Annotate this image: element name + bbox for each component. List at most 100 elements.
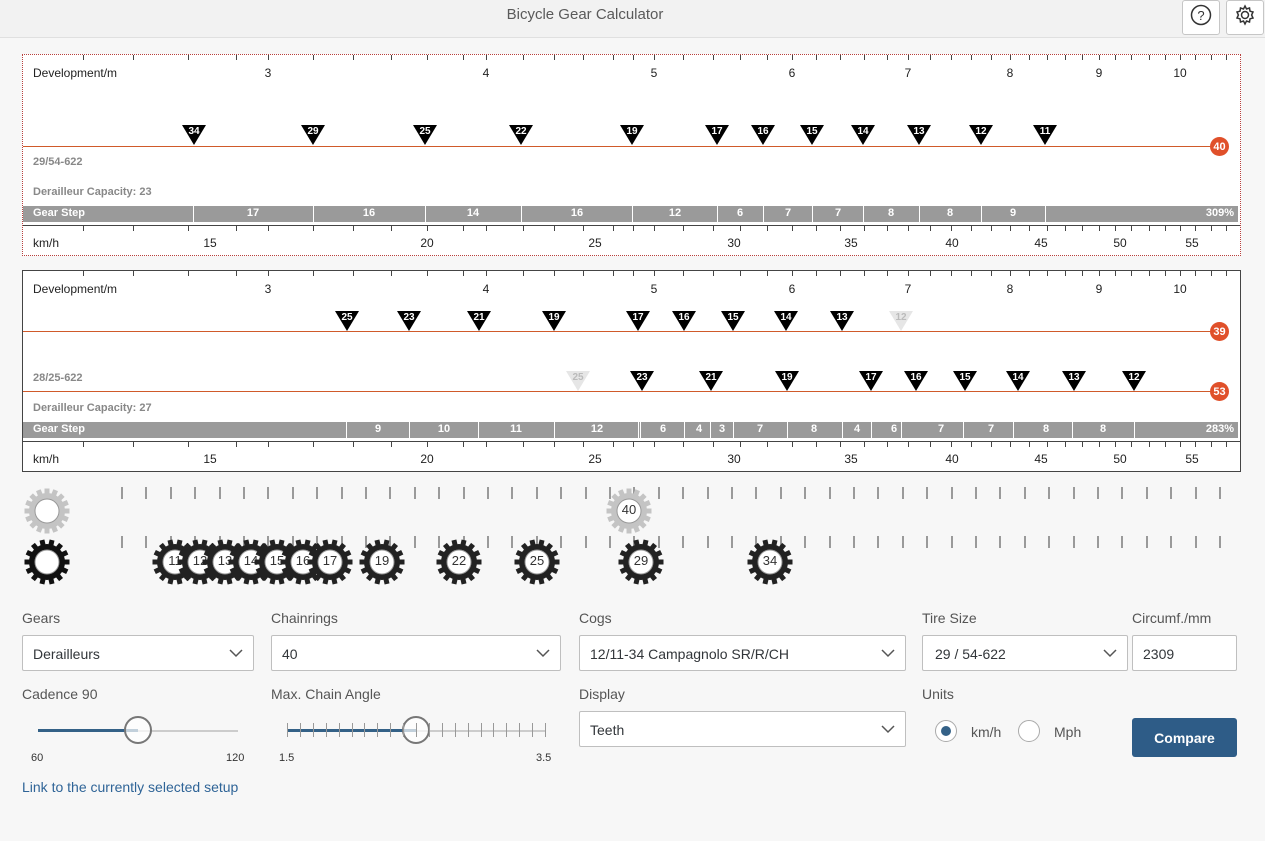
speed-tick — [486, 442, 487, 447]
gear-step-value: 8 — [887, 207, 895, 219]
cog-marker[interactable]: 15 — [952, 370, 978, 392]
setup-link[interactable]: Link to the currently selected setup — [22, 779, 238, 795]
tire-size-select[interactable]: 29 / 54-622 — [922, 635, 1128, 671]
cog-marker[interactable]: 17 — [704, 124, 730, 146]
unit-kmh-radio[interactable] — [935, 720, 957, 742]
cadence-max: 120 — [226, 752, 245, 764]
chain-position-mark — [1219, 487, 1221, 499]
cadence-slider-handle[interactable] — [124, 716, 152, 744]
chainring-line — [23, 146, 1218, 147]
cog-marker[interactable]: 12 — [1121, 370, 1147, 392]
cog-marker[interactable]: 13 — [906, 124, 932, 146]
chain-position-mark — [975, 487, 977, 499]
cog-marker[interactable]: 15 — [720, 310, 746, 332]
speed-tick-label: 30 — [727, 452, 741, 466]
development-tick — [1065, 55, 1066, 60]
cog-marker[interactable]: 29 — [300, 124, 326, 146]
circumference-input[interactable]: 2309 — [1132, 635, 1237, 671]
cog-marker[interactable]: 23 — [396, 310, 422, 332]
speed-tick — [864, 442, 865, 447]
chain-position-mark — [731, 536, 733, 548]
unit-mph-radio[interactable] — [1018, 720, 1040, 742]
settings-button[interactable] — [1226, 0, 1264, 35]
gear-step-divider — [1045, 206, 1046, 222]
development-tick — [1131, 271, 1132, 276]
cog-marker[interactable]: 19 — [774, 370, 800, 392]
slider-tick — [429, 723, 430, 737]
speed-tick — [1180, 226, 1181, 231]
gear-step-divider — [632, 206, 633, 222]
development-tick-label: 10 — [1173, 282, 1187, 296]
speed-tick — [1029, 442, 1030, 447]
chain-position-mark — [877, 487, 879, 499]
gear-step-value: 4 — [853, 423, 861, 435]
cog-marker[interactable]: 22 — [508, 124, 534, 146]
cog-marker[interactable]: 17 — [858, 370, 884, 392]
speed-tick — [887, 226, 888, 231]
cog-marker[interactable]: 16 — [903, 370, 929, 392]
gear-step-divider — [842, 422, 843, 438]
cog-marker-label: 22 — [515, 126, 527, 137]
cog-marker[interactable]: 16 — [671, 310, 697, 332]
speed-tick-label: 50 — [1113, 236, 1127, 250]
development-tick — [951, 271, 952, 276]
derailleur-capacity: Derailleur Capacity: 27 — [33, 402, 152, 414]
gear-step-value: 17 — [246, 207, 260, 219]
gear-icon — [1234, 4, 1256, 31]
cog-marker[interactable]: 25 — [334, 310, 360, 332]
development-tick — [583, 271, 584, 276]
cog-marker[interactable]: 13 — [829, 310, 855, 332]
development-tick — [887, 55, 888, 60]
help-button[interactable]: ? — [1182, 0, 1220, 35]
chain-position-mark — [389, 487, 391, 499]
development-tick — [613, 271, 614, 276]
cadence-slider[interactable]: 60 120 — [30, 715, 250, 770]
cog-marker-label: 17 — [711, 126, 723, 137]
chain-position-mark — [902, 536, 904, 548]
gear-step-divider — [717, 206, 718, 222]
cog-marker[interactable]: 19 — [619, 124, 645, 146]
development-tick-label: 9 — [1095, 282, 1103, 296]
development-axis-label: Development/m — [33, 66, 118, 80]
chain-position-mark — [170, 487, 172, 499]
development-tick — [613, 55, 614, 60]
cog-marker[interactable]: 34 — [181, 124, 207, 146]
chainrings-select[interactable]: 40 — [271, 635, 561, 671]
cog-marker[interactable]: 23 — [629, 370, 655, 392]
development-tick — [713, 55, 714, 60]
cog-marker[interactable]: 16 — [750, 124, 776, 146]
chain-position-mark — [853, 536, 855, 548]
gears-select[interactable]: Derailleurs — [22, 635, 254, 671]
cog-marker[interactable]: 12 — [888, 310, 914, 332]
chain-position-mark — [1073, 536, 1075, 548]
cog-marker[interactable]: 14 — [1005, 370, 1031, 392]
slider-tick — [326, 723, 327, 737]
cog-marker[interactable]: 15 — [799, 124, 825, 146]
unit-mph-label[interactable]: Mph — [1054, 724, 1081, 740]
chain-position-mark — [1024, 487, 1026, 499]
development-tick — [1195, 55, 1196, 60]
gear-chart-panel-1[interactable]: Development/m 40 29/54-622 Derailleur Ca… — [22, 54, 1241, 256]
unit-kmh-label[interactable]: km/h — [971, 724, 1001, 740]
cogs-select[interactable]: 12/11-34 Campagnolo SR/R/CH — [579, 635, 906, 671]
cog-marker[interactable]: 14 — [773, 310, 799, 332]
gear-step-value: 16 — [362, 207, 376, 219]
chain-angle-slider[interactable]: 1.5 3.5 — [278, 715, 558, 770]
speed-tick — [971, 442, 972, 447]
cog-marker[interactable]: 11 — [1032, 124, 1058, 146]
cog-marker[interactable]: 25 — [412, 124, 438, 146]
development-tick — [1149, 271, 1150, 276]
display-select[interactable]: Teeth — [579, 711, 906, 747]
chain-position-mark — [536, 487, 538, 499]
cog-marker[interactable]: 25 — [565, 370, 591, 392]
cog-marker[interactable]: 17 — [625, 310, 651, 332]
cog-marker[interactable]: 12 — [968, 124, 994, 146]
compare-button[interactable]: Compare — [1132, 718, 1237, 757]
development-tick — [930, 55, 931, 60]
cog-marker[interactable]: 13 — [1061, 370, 1087, 392]
cog-marker[interactable]: 19 — [541, 310, 567, 332]
gear-chart-panel-2[interactable]: Development/m 39 53 28/25-622 Derailleur… — [22, 270, 1241, 472]
cog-marker[interactable]: 14 — [850, 124, 876, 146]
cog-marker[interactable]: 21 — [466, 310, 492, 332]
cog-marker[interactable]: 21 — [698, 370, 724, 392]
